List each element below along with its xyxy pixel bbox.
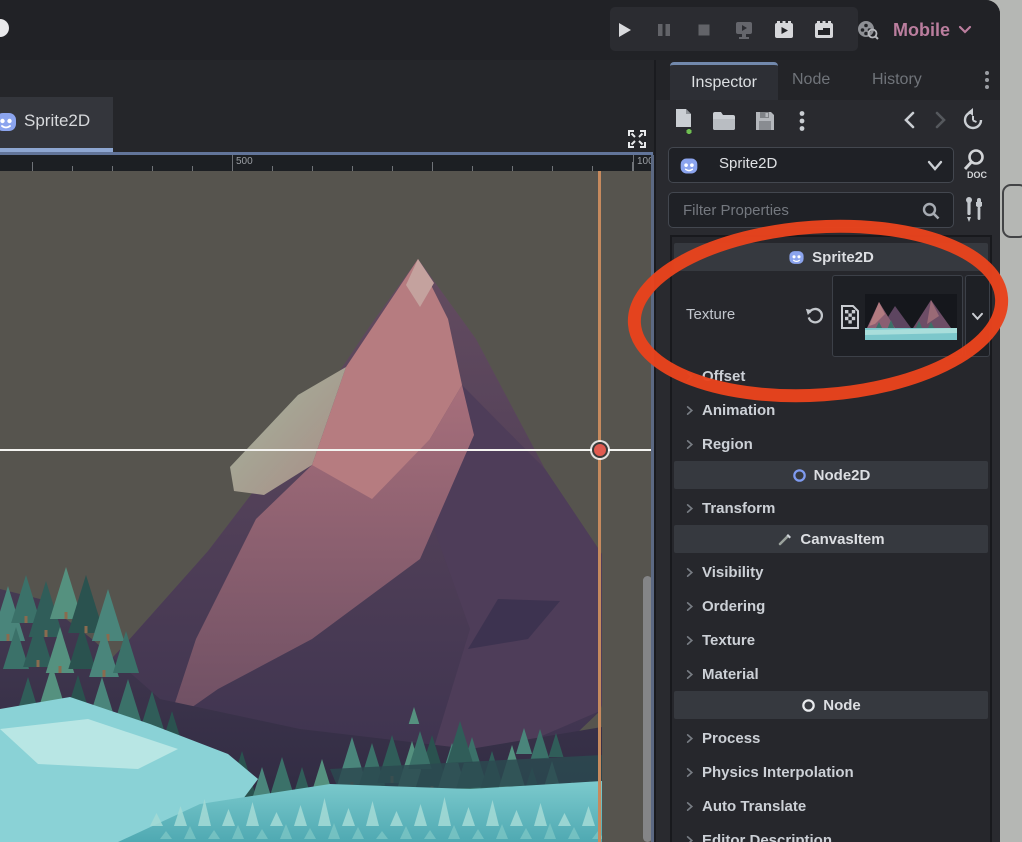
ruler-tick — [432, 162, 433, 171]
filter-properties-field[interactable] — [668, 192, 954, 228]
godot-node-icon — [0, 110, 18, 134]
group-row-ordering[interactable]: Ordering — [672, 589, 990, 623]
play-custom-scene-button[interactable] — [812, 18, 836, 42]
expand-icon — [626, 128, 648, 150]
vertical-orange-guide — [598, 171, 601, 842]
edited-object-selector[interactable]: Sprite2D — [668, 147, 954, 183]
category-node: Node — [674, 691, 988, 719]
dock-tab-bar: Inspector Node History — [656, 60, 1000, 100]
chevron-right-icon — [684, 767, 695, 778]
ruler-major-tick — [633, 155, 634, 171]
chevron-right-icon — [684, 405, 695, 416]
edited-object-name: Sprite2D — [719, 155, 777, 172]
node-icon — [801, 698, 816, 713]
chevron-right-icon — [684, 669, 695, 680]
group-row-animation[interactable]: Animation — [672, 393, 990, 427]
expand-viewport-button[interactable] — [624, 126, 650, 152]
desktop-background — [1000, 0, 1022, 842]
scene-tab-label: Sprite2D — [24, 111, 90, 131]
pause-button[interactable] — [652, 18, 676, 42]
horizontal-ruler: 5001000 — [0, 155, 656, 171]
group-row-transform[interactable]: Transform — [672, 491, 990, 525]
scene-tab-sprite2d[interactable]: Sprite2D — [0, 97, 113, 148]
tab-node[interactable]: Node — [792, 60, 830, 100]
chevron-right-icon — [684, 503, 695, 514]
group-row-visibility[interactable]: Visibility — [672, 555, 990, 589]
scene-tab-bar: Sprite2D — [0, 60, 656, 155]
dock-menu-button[interactable] — [980, 69, 994, 91]
new-resource-button[interactable] — [672, 108, 696, 134]
resource-menu-button[interactable] — [796, 110, 808, 132]
category-node2d: Node2D — [674, 461, 988, 489]
ruler-major-tick — [232, 155, 233, 171]
filter-properties-input[interactable] — [669, 193, 953, 227]
top-toolbar: Mobile — [0, 0, 1000, 60]
texture-dropdown-button[interactable] — [965, 275, 990, 357]
ruler-tick — [32, 162, 33, 171]
ruler-label: 500 — [236, 156, 253, 167]
play-button[interactable] — [612, 18, 636, 42]
history-forward-button[interactable] — [932, 111, 948, 129]
load-resource-button[interactable] — [712, 111, 736, 131]
group-row-process[interactable]: Process — [672, 721, 990, 755]
property-row-texture: Texture — [672, 273, 990, 359]
history-back-button[interactable] — [902, 111, 918, 129]
chevron-right-icon — [684, 733, 695, 744]
chevron-right-icon — [684, 601, 695, 612]
remote-debug-button[interactable] — [732, 18, 756, 42]
group-row-texture[interactable]: Texture — [672, 623, 990, 657]
object-history-button[interactable] — [960, 107, 986, 133]
stop-button[interactable] — [692, 18, 716, 42]
pivot-handle[interactable] — [592, 442, 608, 458]
group-row-offset[interactable]: Offset — [672, 359, 990, 393]
texture-thumbnail[interactable] — [865, 294, 957, 340]
search-icon — [921, 201, 941, 221]
group-row-auto-translate[interactable]: Auto Translate — [672, 789, 990, 823]
group-row-region[interactable]: Region — [672, 427, 990, 461]
extra-filter-options-button[interactable] — [962, 196, 986, 224]
chevron-right-icon — [684, 567, 695, 578]
movie-maker-button[interactable] — [856, 18, 880, 42]
chevron-down-icon — [927, 160, 943, 172]
category-canvasitem: CanvasItem — [674, 525, 988, 553]
sprite2d-icon — [679, 156, 699, 176]
vertical-dots-icon — [980, 69, 994, 91]
group-row-editor-description[interactable]: Editor Description — [672, 823, 990, 842]
sprite2d-icon — [788, 249, 805, 266]
chevron-down-icon — [971, 312, 984, 321]
revert-icon[interactable] — [804, 305, 826, 327]
play-scene-button[interactable] — [772, 18, 796, 42]
sprite-mountain-artwork — [0, 171, 602, 842]
group-row-material[interactable]: Material — [672, 657, 990, 691]
property-list: Sprite2DTextureOffsetAnimationRegionNode… — [670, 235, 992, 842]
open-docs-button[interactable]: DOC — [960, 148, 988, 182]
chevron-right-icon — [684, 635, 695, 646]
chevron-right-icon — [684, 835, 695, 842]
chevron-right-icon — [684, 371, 695, 382]
group-row-physics-interpolation[interactable]: Physics Interpolation — [672, 755, 990, 789]
godot-editor-window: Mobile Sprite2D 5001000 — [0, 0, 1000, 842]
clipped-toolbar-icon — [0, 19, 9, 37]
viewport-2d-canvas[interactable] — [0, 171, 656, 842]
svg-text:DOC: DOC — [967, 170, 988, 180]
chevron-right-icon — [684, 801, 695, 812]
background-window-edge — [1002, 184, 1022, 238]
category-sprite2d: Sprite2D — [674, 243, 988, 271]
edit-texture-icon — [840, 305, 860, 329]
run-profile-label: Mobile — [893, 20, 950, 41]
inspector-dock: Inspector Node History — [654, 60, 1000, 842]
tab-history[interactable]: History — [872, 60, 922, 100]
canvasitem-icon — [777, 531, 793, 547]
chevron-right-icon — [684, 439, 695, 450]
save-resource-button[interactable] — [754, 110, 776, 132]
chevron-down-icon — [958, 25, 972, 35]
node2d-icon — [792, 468, 807, 483]
run-profile-dropdown[interactable]: Mobile — [893, 14, 972, 46]
texture-value-box[interactable] — [832, 275, 963, 357]
tab-inspector[interactable]: Inspector — [670, 62, 778, 100]
horizontal-axis-guide — [0, 449, 653, 451]
property-label: Texture — [686, 306, 735, 323]
